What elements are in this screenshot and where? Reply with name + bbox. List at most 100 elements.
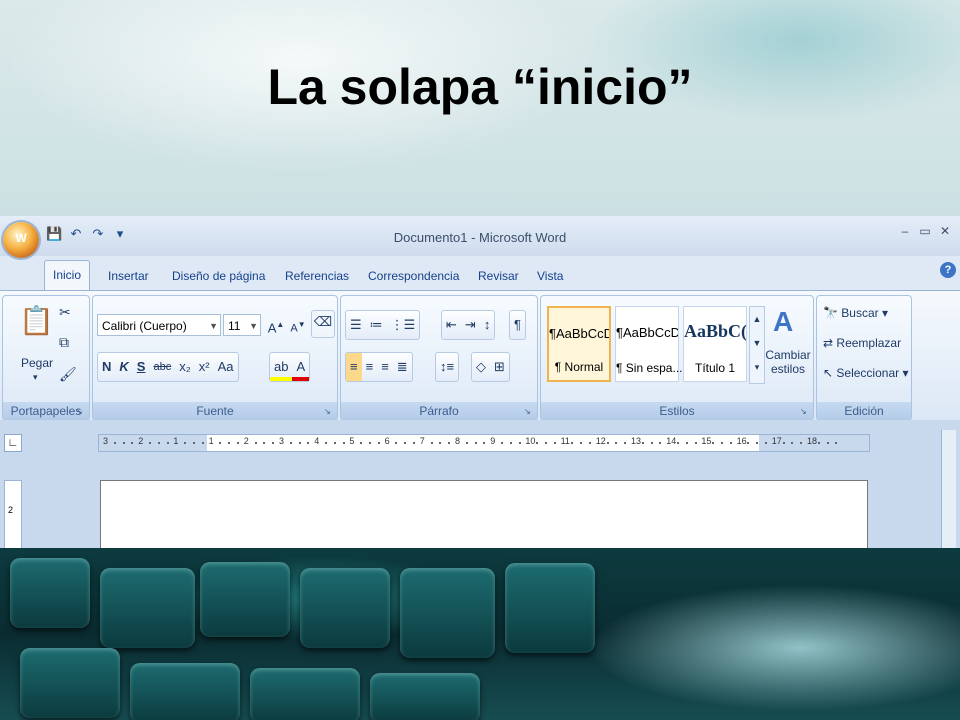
window-controls: – ▭ ✕ (898, 224, 952, 238)
launcher-icon[interactable]: ↘ (76, 407, 86, 417)
justify-icon[interactable]: ≣ (393, 353, 412, 381)
ruler-tick (835, 442, 838, 444)
ruler-tick (342, 442, 345, 444)
underline-button[interactable]: S (133, 353, 150, 381)
help-icon[interactable]: ? (940, 262, 956, 278)
group-portapapeles: 📋 Pegar ▾ ✂ ⧉ 🖌 Portapapeles ↘ (2, 295, 90, 421)
copy-icon[interactable]: ⧉ (59, 334, 69, 351)
document-area: ∟ 3 2 1 1 2 3 4 5 6 7 8 9 10 11 12 13 14 15 16 17 18 2 (0, 420, 960, 548)
title-bar: W 💾 ↶ ↷ ▾ Documento1 - Microsoft Word – … (0, 216, 960, 258)
minimize-button[interactable]: – (898, 224, 912, 238)
borders-icon[interactable]: ⊞ (490, 353, 509, 381)
tab-selector-icon[interactable]: ∟ (4, 434, 22, 452)
sort-icon[interactable]: ↕ (480, 311, 495, 339)
launcher-icon[interactable]: ↘ (324, 407, 334, 417)
ruler-tick (193, 442, 195, 444)
bold-button[interactable]: N (98, 353, 115, 381)
change-styles-label[interactable]: Cambiar estilos (765, 348, 811, 376)
ruler-tick (474, 442, 477, 444)
ruler-tick (641, 442, 644, 444)
binoculars-icon: 🔭 (823, 306, 838, 320)
cut-icon[interactable]: ✂ (59, 304, 71, 321)
multilevel-list-icon[interactable]: ⋮☰ (387, 311, 420, 339)
align-left-icon[interactable]: ≡ (346, 353, 362, 381)
keyboard-key (300, 568, 390, 648)
keyboard-photo (0, 548, 960, 720)
ruler-tick (800, 442, 803, 444)
tab-correspondencia[interactable]: Correspondencia (368, 266, 459, 290)
ruler-tick (721, 442, 723, 444)
group-label-edicion: Edición (817, 402, 911, 420)
replace-button[interactable]: ⇄ Reemplazar (823, 336, 901, 350)
align-right-icon[interactable]: ≡ (377, 353, 393, 381)
keyboard-key (20, 648, 120, 718)
ruler-number: 3 (103, 436, 109, 446)
select-button[interactable]: ↖ Seleccionar ▾ (823, 366, 908, 380)
paste-icon[interactable]: 📋 (19, 304, 54, 337)
replace-icon: ⇄ (823, 336, 834, 350)
tab-insertar[interactable]: Insertar (108, 266, 149, 290)
shading-icon[interactable]: ◇ (472, 353, 490, 381)
font-size-combo[interactable]: 11 ▼ (223, 314, 261, 336)
group-label-estilos: Estilos (541, 402, 813, 420)
shading-buttons: ◇ ⊞ (471, 352, 510, 382)
shrink-font-icon[interactable]: A▼ (287, 314, 309, 336)
styles-scroll[interactable]: ▲ ▼ ▾ (749, 306, 765, 384)
tab-referencias[interactable]: Referencias (285, 266, 349, 290)
align-center-icon[interactable]: ≡ (362, 353, 378, 381)
style-sample: AaBbC( (684, 321, 746, 341)
grow-font-icon[interactable]: A▲ (265, 314, 287, 336)
style-sin-espaciado[interactable]: ¶AaBbCcDc ¶ Sin espa... (615, 306, 683, 382)
vertical-scrollbar[interactable] (941, 430, 956, 548)
font-name-value: Calibri (Cuerpo) (102, 319, 187, 333)
paste-label[interactable]: Pegar (21, 356, 53, 370)
line-spacing-icon[interactable]: ↕≡ (436, 353, 458, 381)
change-case-button[interactable]: Aa (214, 353, 238, 381)
ruler-number: 1 (173, 436, 179, 446)
ruler-number: 8 (455, 436, 461, 446)
paste-dropdown-icon[interactable]: ▾ (33, 372, 38, 383)
increase-indent-icon[interactable]: ⇥ (461, 311, 480, 339)
launcher-icon[interactable]: ↘ (800, 407, 810, 417)
ruler-tick (756, 442, 759, 444)
launcher-icon[interactable]: ↘ (524, 407, 534, 417)
horizontal-ruler[interactable]: 3 2 1 1 2 3 4 5 6 7 8 9 10 11 12 13 14 15 16 17 18 (98, 434, 870, 452)
find-button[interactable]: 🔭 Buscar ▾ (823, 306, 888, 320)
group-estilos: ¶AaBbCcDc ¶ Normal ¶AaBbCcDc ¶ Sin espa.… (540, 295, 814, 421)
restore-button[interactable]: ▭ (918, 224, 932, 238)
font-name-combo[interactable]: Calibri (Cuerpo) ▼ (97, 314, 221, 336)
ruler-number: 2 (138, 436, 144, 446)
font-color-icon[interactable]: A (292, 353, 310, 381)
tab-revisar[interactable]: Revisar (478, 266, 519, 290)
style-normal[interactable]: ¶AaBbCcDc ¶ Normal (547, 306, 611, 382)
close-button[interactable]: ✕ (938, 224, 952, 238)
pilcrow-icon[interactable]: ¶ (510, 311, 525, 339)
ruler-tick (571, 442, 574, 444)
superscript-button[interactable]: x² (195, 353, 214, 381)
style-name: ¶ Sin espa... (616, 361, 683, 375)
numbering-icon[interactable]: ≔ (366, 311, 387, 339)
tab-inicio[interactable]: Inicio (44, 260, 91, 291)
ruler-tick (826, 442, 829, 444)
document-page[interactable] (100, 480, 868, 548)
word-window: W 💾 ↶ ↷ ▾ Documento1 - Microsoft Word – … (0, 216, 960, 548)
ruler-number: 11 (560, 436, 570, 446)
highlight-icon[interactable]: ab (270, 353, 293, 381)
ruler-tick (201, 442, 204, 444)
tab-diseno[interactable]: Diseño de página (172, 266, 265, 290)
italic-button[interactable]: K (115, 353, 132, 381)
ruler-tick (298, 442, 301, 444)
decrease-indent-icon[interactable]: ⇤ (442, 311, 461, 339)
ruler-tick (589, 442, 591, 444)
strikethrough-button[interactable]: abc (149, 353, 175, 381)
format-painter-icon[interactable]: 🖌 (59, 366, 77, 383)
ruler-tick (404, 442, 407, 444)
subscript-button[interactable]: x₂ (175, 353, 195, 381)
bullets-icon[interactable]: ☰ (346, 311, 366, 339)
clear-format-icon[interactable]: ⌫ (311, 310, 335, 338)
style-titulo-1[interactable]: AaBbC( Título 1 (683, 306, 747, 382)
tab-vista[interactable]: Vista (537, 266, 563, 290)
change-styles-icon[interactable]: A (773, 306, 793, 338)
ruler-tick (369, 442, 371, 444)
keyboard-key (400, 568, 495, 658)
